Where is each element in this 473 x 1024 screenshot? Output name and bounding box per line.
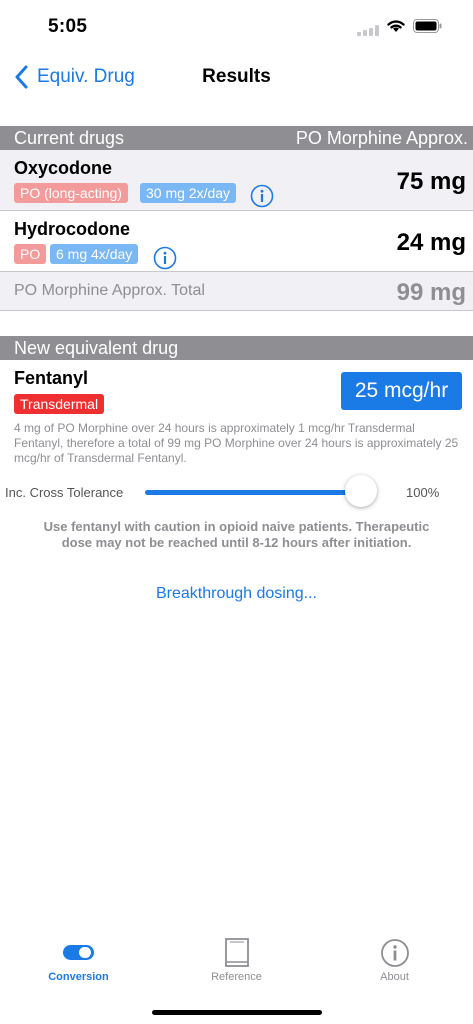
breakthrough-dosing-link[interactable]: Breakthrough dosing... xyxy=(0,585,473,603)
drug-row-oxycodone[interactable]: Oxycodone PO (long-acting) 30 mg 2x/day … xyxy=(0,150,473,211)
home-indicator xyxy=(152,1010,322,1015)
cross-tolerance-slider-track[interactable] xyxy=(145,490,362,495)
morphine-equivalent: 24 mg xyxy=(396,229,466,256)
total-row: PO Morphine Approx. Total 99 mg xyxy=(0,272,473,311)
conversion-explanation: 4 mg of PO Morphine over 24 hours is app… xyxy=(14,421,459,465)
page-title: Results xyxy=(202,66,271,87)
total-label: PO Morphine Approx. Total xyxy=(14,282,205,299)
current-drugs-title: Current drugs xyxy=(14,128,125,148)
book-icon xyxy=(224,938,249,967)
new-drug-header: New equivalent drug xyxy=(0,336,473,360)
tab-label: Reference xyxy=(211,971,262,983)
route-badge: PO xyxy=(14,244,47,264)
cross-tolerance-value: 100% xyxy=(406,485,440,500)
tab-label: Conversion xyxy=(48,971,109,983)
tab-reference[interactable]: Reference xyxy=(158,928,315,998)
tab-about[interactable]: About xyxy=(316,928,473,998)
caution-text: Use fentanyl with caution in opioid naiv… xyxy=(43,519,430,550)
status-bar: 5:05 xyxy=(0,0,473,54)
transdermal-badge: Transdermal xyxy=(14,394,105,414)
cross-tolerance-slider-thumb[interactable] xyxy=(345,475,377,507)
wifi-icon xyxy=(387,20,405,32)
new-drug-dose-button[interactable]: 25 mcg/hr xyxy=(341,372,462,410)
new-drug-title: New equivalent drug xyxy=(14,338,179,358)
total-value: 99 mg xyxy=(396,279,466,306)
dose-badge: 6 mg 4x/day xyxy=(50,244,139,264)
dose-badge: 30 mg 2x/day xyxy=(140,183,237,203)
status-time: 5:05 xyxy=(48,16,88,37)
route-badge: PO (long-acting) xyxy=(14,183,128,203)
morphine-equivalent: 75 mg xyxy=(396,168,466,195)
navigation-bar: Equiv. Drug Results xyxy=(0,54,473,100)
info-icon[interactable] xyxy=(250,184,274,208)
drug-name: Hydrocodone xyxy=(14,219,131,239)
battery-icon xyxy=(413,19,442,33)
drug-row-hydrocodone[interactable]: Hydrocodone PO 6 mg 4x/day 24 mg xyxy=(0,211,473,272)
cellular-signal-icon xyxy=(357,25,379,36)
drug-name: Oxycodone xyxy=(14,158,113,178)
info-icon[interactable] xyxy=(153,246,177,270)
info-circle-icon xyxy=(380,939,409,967)
new-drug-name: Fentanyl xyxy=(14,368,89,388)
cross-tolerance-label: Inc. Cross Tolerance xyxy=(5,485,124,500)
tab-conversion[interactable]: Conversion xyxy=(0,928,157,998)
current-drugs-header: Current drugs PO Morphine Approx. xyxy=(0,126,473,150)
pill-toggle-icon xyxy=(62,945,94,960)
morphine-column-title: PO Morphine Approx. xyxy=(295,128,468,148)
tab-label: About xyxy=(380,971,409,983)
